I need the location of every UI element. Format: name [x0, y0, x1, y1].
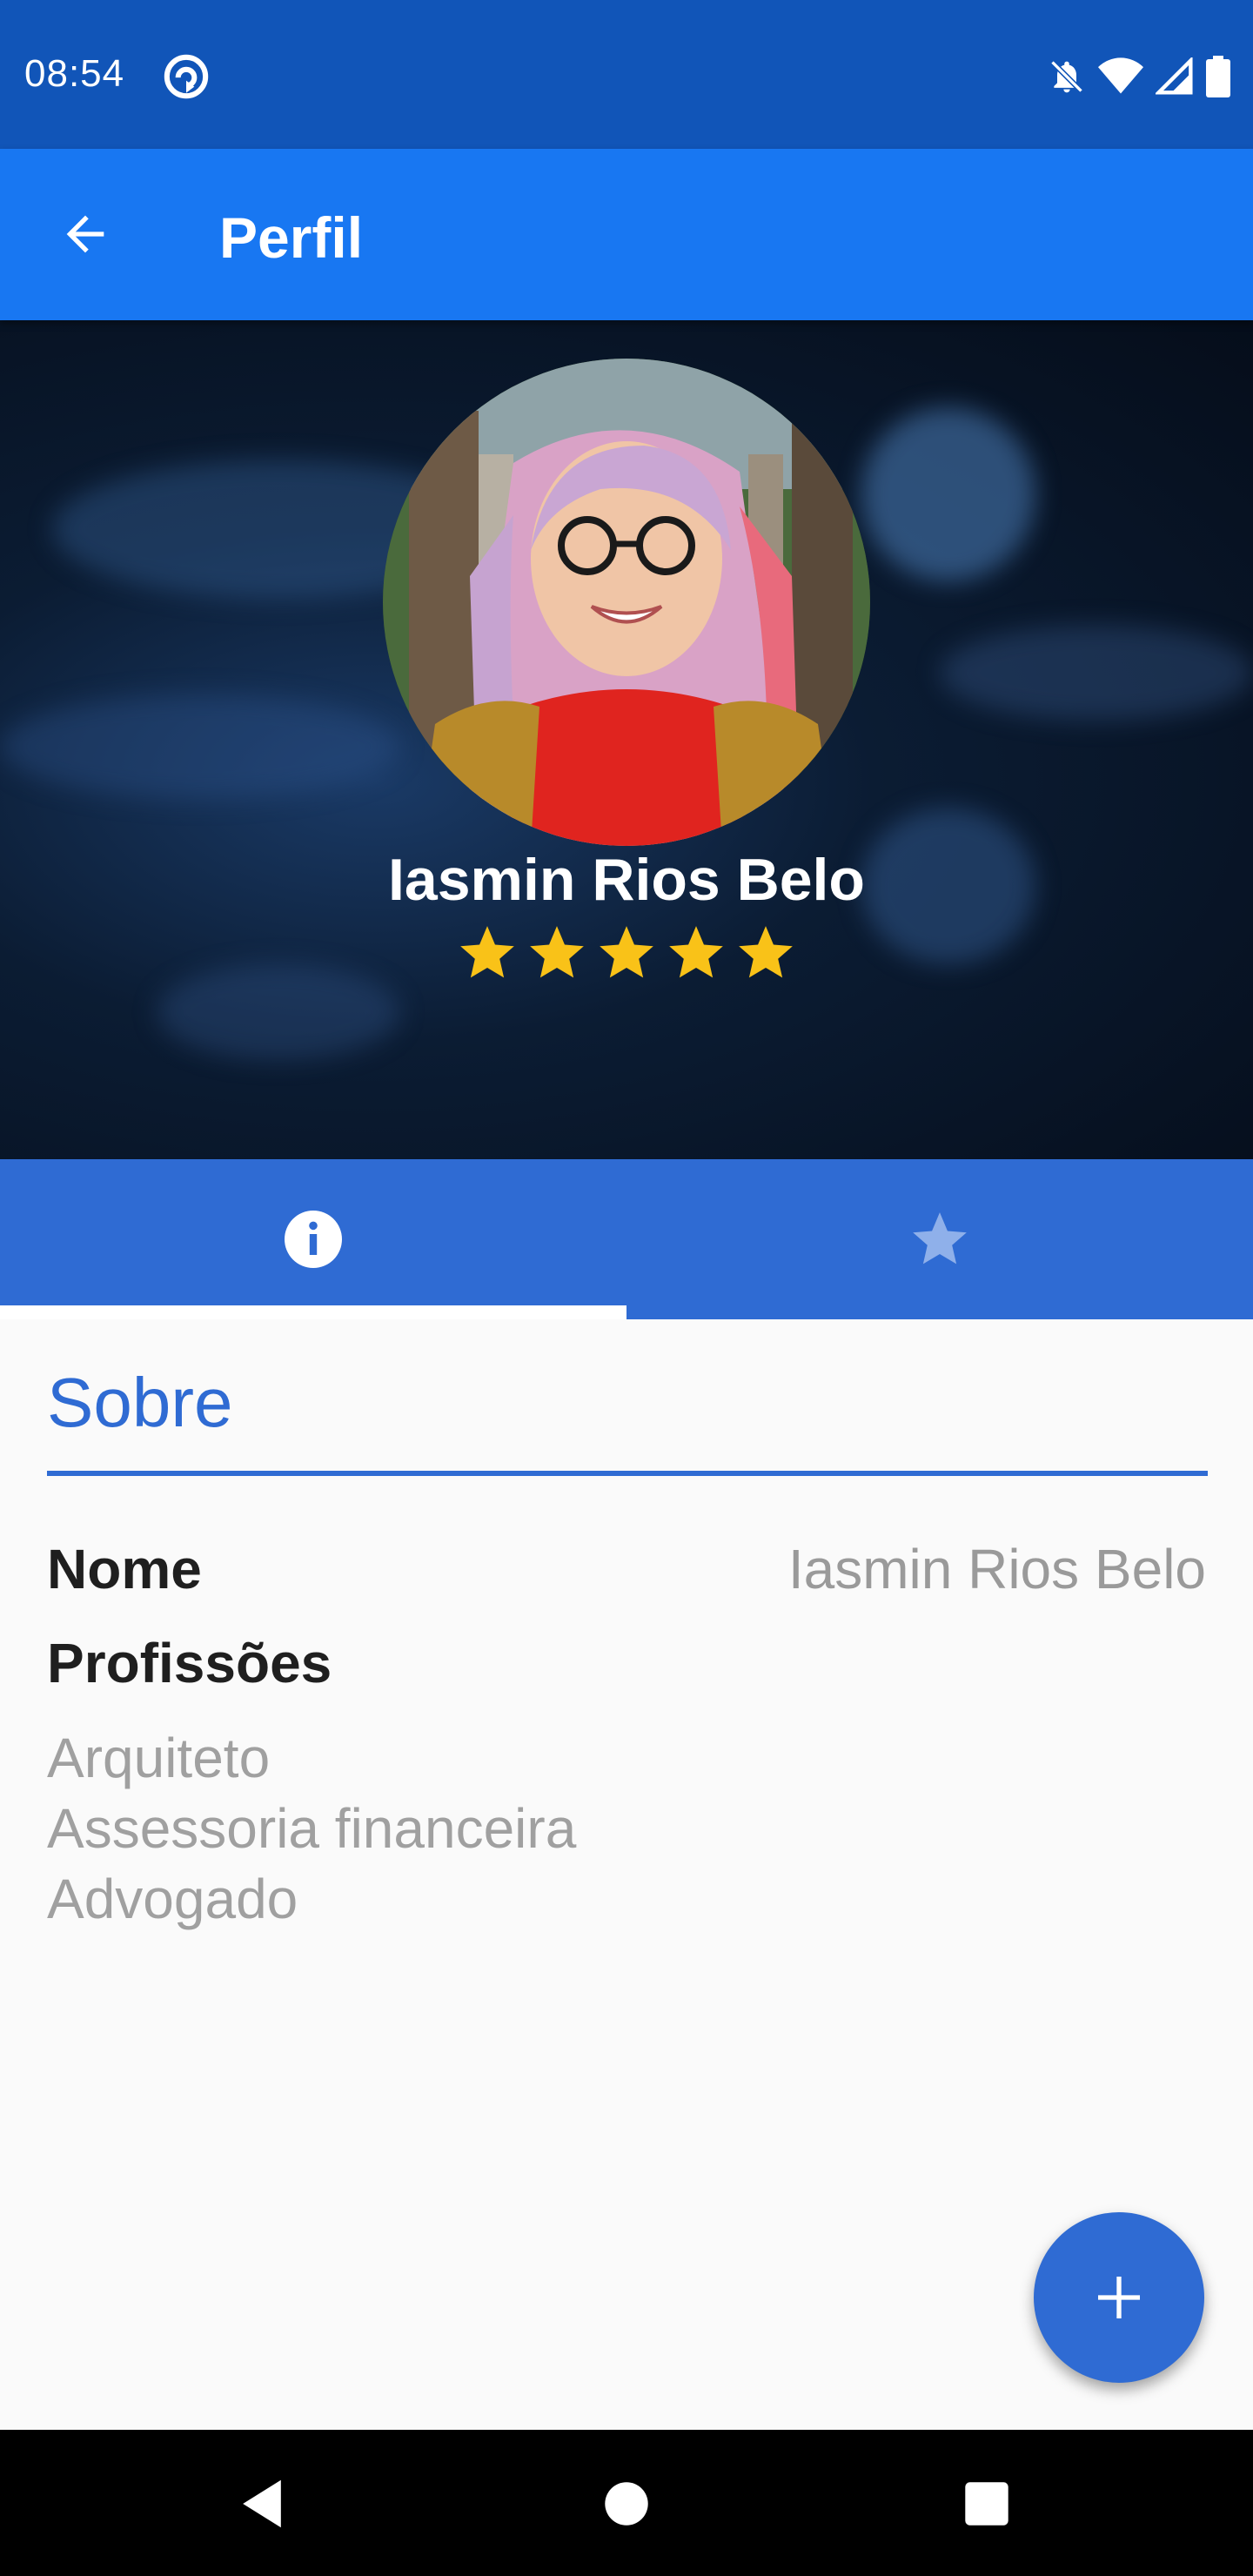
avatar[interactable] [383, 359, 870, 846]
info-icon [285, 1211, 342, 1268]
professions-list: Arquiteto Assessoria financeira Advogado [47, 1723, 576, 1935]
background-blur-shape [861, 407, 1035, 581]
status-time: 08:54 [24, 52, 125, 95]
section-divider [47, 1471, 1208, 1476]
star-icon [913, 1212, 967, 1265]
background-blur-shape [0, 694, 400, 799]
sync-icon [164, 54, 209, 99]
recents-square-icon [965, 2482, 1008, 2526]
status-icons [1048, 54, 1230, 99]
nav-recents-button[interactable] [948, 2465, 1026, 2543]
star-icon [739, 926, 793, 978]
signal-icon [1156, 57, 1193, 95]
tab-info[interactable] [0, 1159, 626, 1319]
home-circle-icon [605, 2482, 648, 2526]
star-icon [669, 926, 723, 978]
bell-off-icon [1050, 60, 1083, 93]
star-icon [600, 926, 653, 978]
add-button[interactable] [1034, 2212, 1204, 2383]
background-blur-shape [940, 625, 1253, 721]
app-bar: Perfil [0, 149, 1253, 320]
battery-icon [1206, 56, 1230, 97]
tab-bar [0, 1159, 1253, 1319]
back-button[interactable] [44, 192, 127, 276]
wifi-icon [1098, 57, 1143, 94]
name-label: Nome [47, 1538, 202, 1600]
list-item: Advogado [47, 1868, 298, 1930]
list-item: Arquiteto [47, 1727, 271, 1789]
profile-header: Iasmin Rios Belo [0, 320, 1253, 1159]
nav-home-button[interactable] [587, 2465, 666, 2543]
star-icon [460, 926, 514, 978]
star-icon [530, 926, 584, 978]
professions-label: Profissões [47, 1632, 332, 1694]
section-title: Sobre [47, 1364, 233, 1441]
back-triangle-icon [243, 2479, 281, 2528]
status-bar: 08:54 [0, 0, 1253, 149]
profile-name: Iasmin Rios Belo [388, 847, 865, 913]
nav-back-button[interactable] [223, 2465, 301, 2543]
plus-icon [1098, 2277, 1140, 2318]
tab-selected-indicator [0, 1305, 626, 1319]
page-title: Perfil [219, 205, 364, 270]
avatar-photo [383, 359, 870, 846]
name-value: Iasmin Rios Belo [787, 1538, 1206, 1600]
tab-reviews[interactable] [626, 1159, 1253, 1319]
rating-stars [0, 921, 1253, 985]
list-item: Assessoria financeira [47, 1797, 577, 1860]
arrow-left-icon [66, 215, 104, 253]
navigation-bar [0, 2430, 1253, 2576]
